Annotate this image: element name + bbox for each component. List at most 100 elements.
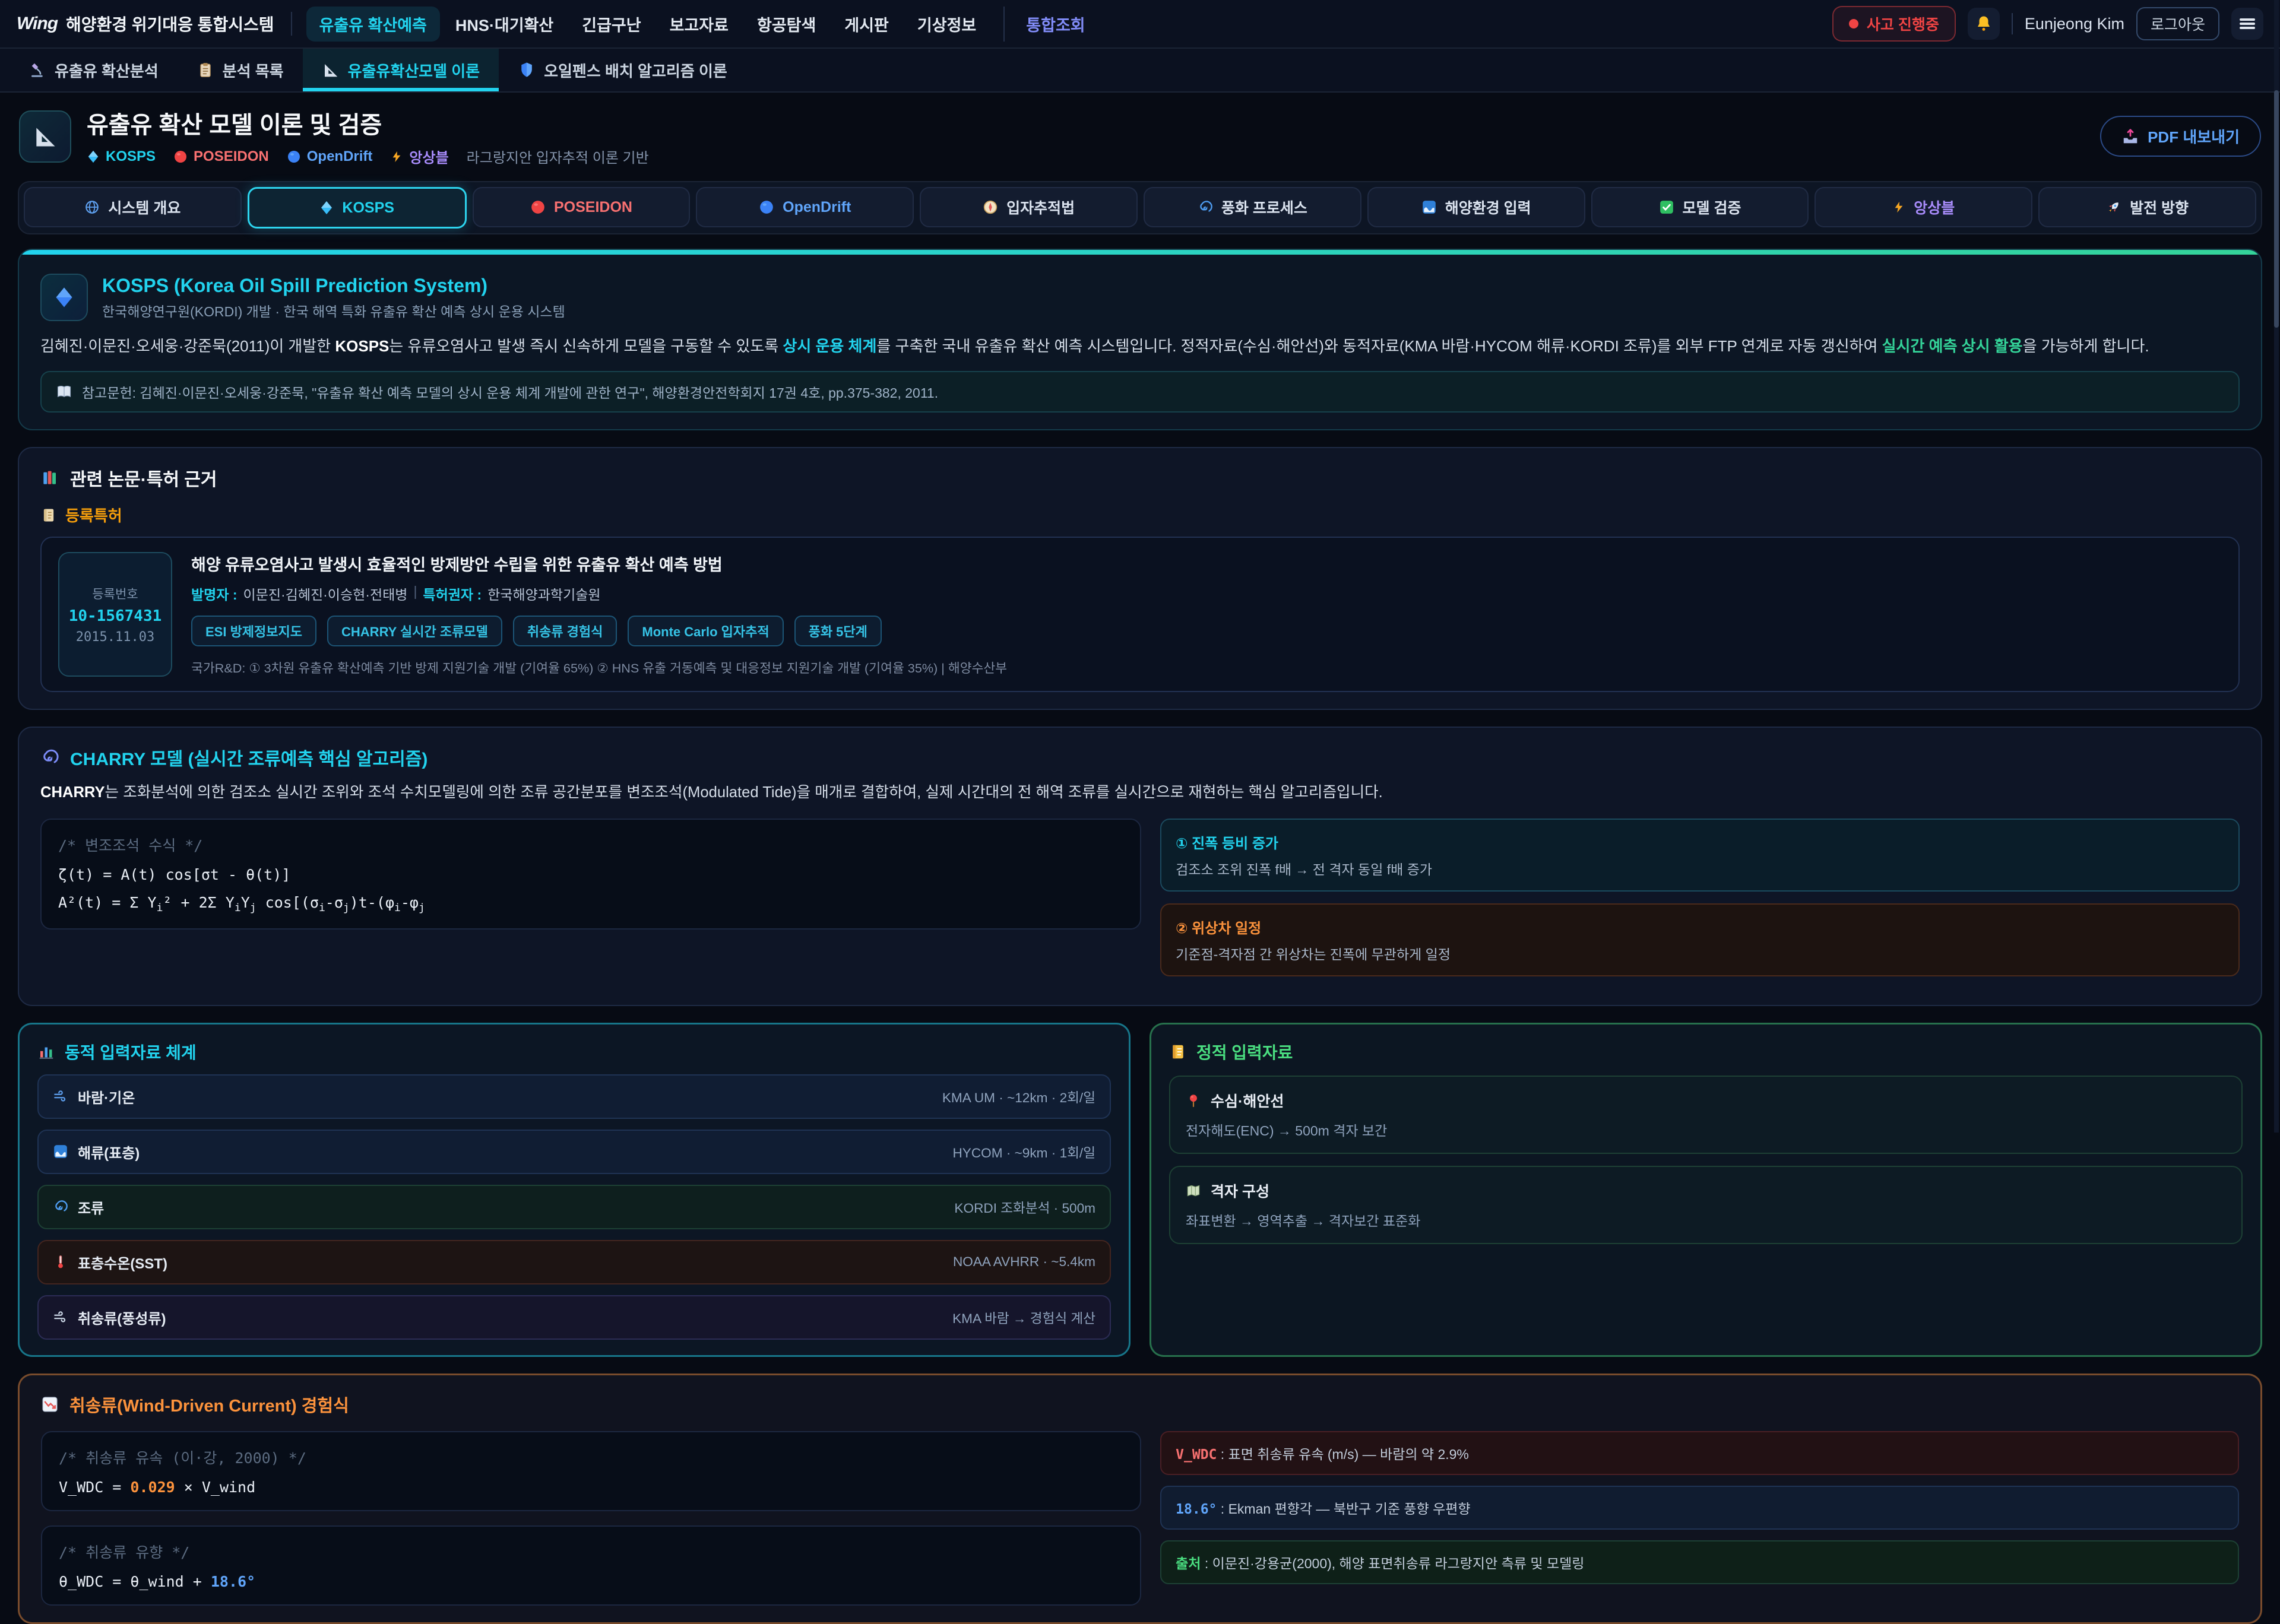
note-source: 출처 : 이문진·강용균(2000), 해양 표면취송류 라그랑지안 측류 및 … [1160,1540,2239,1584]
charry-title-row: CHARRY 모델 (실시간 조류예측 핵심 알고리즘) [40,744,2240,770]
tab-future-direction[interactable]: 발전 방향 [2038,187,2256,227]
tab-ensemble[interactable]: 앙상블 [1814,187,2032,227]
brand: Wing 해양환경 위기대응 통합시스템 [17,12,292,36]
ruler-icon [322,61,340,79]
section-tabstrip: 시스템 개요 KOSPS POSEIDON OpenDrift 입자추적법 풍화… [18,181,2262,234]
tab-kosps[interactable]: KOSPS [248,187,467,229]
scrollbar-thumb[interactable] [2274,90,2279,328]
kosps-diamond-icon [40,274,88,321]
wdc-direction-formula-block: /* 취송류 유향 */ θ_WDC = θ_wind + 18.6° [41,1525,1141,1606]
rocket-icon [2106,199,2121,215]
tab-diffusion-model-theory[interactable]: 유출유확산모델 이론 [303,49,499,91]
charry-title: CHARRY 모델 (실시간 조류예측 핵심 알고리즘) [70,744,428,770]
diamond-icon [87,149,100,164]
nav-aerial-search[interactable]: 항공탐색 [744,7,829,42]
tab-model-validation[interactable]: 모델 검증 [1591,187,1809,227]
page-title-block: 유출유 확산 모델 이론 및 검증 KOSPS POSEIDON OpenDri… [87,106,649,167]
hamburger-menu-button[interactable] [2231,8,2263,40]
dynamic-row-tide: 조류 KORDI 조화분석 · 500m [37,1185,1111,1229]
modulated-tide-formula-block: /* 변조조석 수식 */ ζ(t) = A(t) cos[σt - θ(t)]… [40,819,1141,930]
tab-spill-analysis[interactable]: 유출유 확산분석 [10,49,178,91]
patent-meta: 발명자 :이문진·김혜진·이승현·전태병 | 특허권자 :한국해양과학기술원 [191,583,1007,604]
bell-icon [1975,15,1993,33]
tab-particle-tracking[interactable]: 입자추적법 [920,187,1138,227]
tag-monte-carlo[interactable]: Monte Carlo 입자추적 [628,616,783,646]
page-header: 유출유 확산 모델 이론 및 검증 KOSPS POSEIDON OpenDri… [0,93,2280,177]
nav-integrated-search[interactable]: 통합조회 [1003,7,1098,42]
cyclone-icon [1198,199,1213,215]
logout-button[interactable]: 로그아웃 [2136,7,2219,40]
wind-icon [53,1089,68,1104]
scroll-icon [40,507,57,524]
static-inputs-title-row: 정적 입력자료 [1169,1040,2243,1064]
alert-dot-icon [1849,19,1858,28]
tag-wdc-formula[interactable]: 취송류 경험식 [513,616,618,646]
pdf-export-button[interactable]: PDF 내보내기 [2100,116,2261,157]
badge-kosps: KOSPS [87,148,156,165]
divider [2012,13,2013,34]
dynamic-inputs-title-row: 동적 입력자료 체계 [37,1040,1111,1064]
nav-reports[interactable]: 보고자료 [657,7,742,42]
tab-opendrift[interactable]: OpenDrift [696,187,914,227]
notification-bell-button[interactable] [1968,8,2000,40]
incident-status-badge: 사고 진행중 [1832,6,1956,42]
blue-circle-icon [759,199,774,215]
check-icon [1659,199,1674,215]
globe-icon [84,199,100,215]
tab-analysis-list[interactable]: 분석 목록 [178,49,303,91]
nav-board[interactable]: 게시판 [831,7,902,42]
highlight-operational-system: 상시 운용 체계 [783,337,876,355]
red-circle-icon [173,150,188,164]
formula-zeta: ζ(t) = A(t) cos[σt - θ(t)] [58,866,1123,883]
wdc-title: 취송류(Wind-Driven Current) 경험식 [69,1392,349,1417]
registration-number: 10-1567431 [69,607,162,625]
callout-phase-constant: ② 위상차 일정 기준점-격자점 간 위상차는 진폭에 무관하게 일정 [1160,903,2240,976]
thermometer-icon [53,1254,68,1270]
callout-amplitude-ratio: ① 진폭 등비 증가 검조소 조위 진폭 f배 → 전 격자 동일 f배 증가 [1160,819,2240,892]
pin-icon [1186,1093,1201,1108]
formula-amplitude: A²(t) = Σ Yi² + 2Σ YiYj cos[(σi-σj)t-(φi… [58,894,1123,914]
nav-oil-spill-prediction[interactable]: 유출유 확산예측 [306,7,440,42]
export-icon [2121,128,2139,145]
nav-weather[interactable]: 기상정보 [904,7,989,42]
papers-section: 관련 논문·특허 근거 등록특허 등록번호 10-1567431 2015.11… [18,447,2262,710]
tab-oil-fence-algorithm-theory[interactable]: 오일펜스 배치 알고리즘 이론 [499,49,746,91]
page-tagline: 라그랑지안 입자추적 이론 기반 [467,146,649,167]
code-comment: /* 변조조석 수식 */ [58,834,1123,855]
books-icon [40,468,59,487]
topbar-right: 사고 진행중 Eunjeong Kim 로그아웃 [1832,6,2263,42]
chart-line-icon [41,1395,59,1413]
page-title: 유출유 확산 모델 이론 및 검증 [87,106,649,140]
main-nav: 유출유 확산예측 HNS·대기확산 긴급구난 보고자료 항공탐색 게시판 기상정… [306,7,1098,42]
compass-icon [983,199,998,215]
badge-poseidon: POSEIDON [173,148,269,165]
reference-box: 참고문헌: 김혜진·이문진·오세웅·강준묵, "유출유 확산 예측 모델의 상시… [40,371,2240,413]
tab-weathering-process[interactable]: 풍화 프로세스 [1144,187,1361,227]
charry-description: CHARRY는 조화분석에 의한 검조소 실시간 조위와 조석 수치모델링에 의… [40,781,2240,804]
static-item-bathymetry: 수심·해안선 전자해도(ENC) → 500m 격자 보간 [1169,1076,2243,1154]
reference-text: 참고문헌: 김혜진·이문진·오세웅·강준묵, "유출유 확산 예측 모델의 상시… [82,382,938,402]
open-book-icon [56,383,72,400]
ledger-icon [1169,1043,1187,1061]
wing-logo-icon: Wing [17,14,58,34]
cyclone-icon [40,748,59,767]
kosps-subtitle: 한국해양연구원(KORDI) 개발 · 한국 해역 특화 유출유 확산 예측 상… [102,300,565,321]
tab-poseidon[interactable]: POSEIDON [473,187,691,227]
app-title: 해양환경 위기대응 통합시스템 [66,12,274,36]
patent-registration-box: 등록번호 10-1567431 2015.11.03 [58,552,172,677]
tag-charry-model[interactable]: CHARRY 실시간 조류모델 [327,616,502,646]
red-circle-icon [530,199,546,215]
bar-chart-icon [37,1043,55,1061]
tag-esi-map[interactable]: ESI 방제정보지도 [191,616,316,646]
registered-patent-badge: 등록특허 [40,504,2240,526]
map-icon [1186,1183,1201,1198]
wdc-speed-formula-block: /* 취송류 유속 (이·강, 2000) */ V_WDC = 0.029 ×… [41,1431,1141,1511]
tag-weathering-5[interactable]: 풍화 5단계 [794,616,882,646]
input-data-grid: 동적 입력자료 체계 바람·기온 KMA UM · ~12km · 2회/일 해… [18,1023,2262,1357]
highlight-realtime-use: 실시간 예측 상시 활용 [1882,337,2023,355]
tab-ocean-environment-input[interactable]: 해양환경 입력 [1367,187,1585,227]
tab-system-overview[interactable]: 시스템 개요 [24,187,242,227]
nav-emergency-rescue[interactable]: 긴급구난 [569,7,654,42]
nav-hns-atmospheric[interactable]: HNS·대기확산 [442,7,566,42]
patent-tags: ESI 방제정보지도 CHARRY 실시간 조류모델 취송류 경험식 Monte… [191,616,1007,646]
